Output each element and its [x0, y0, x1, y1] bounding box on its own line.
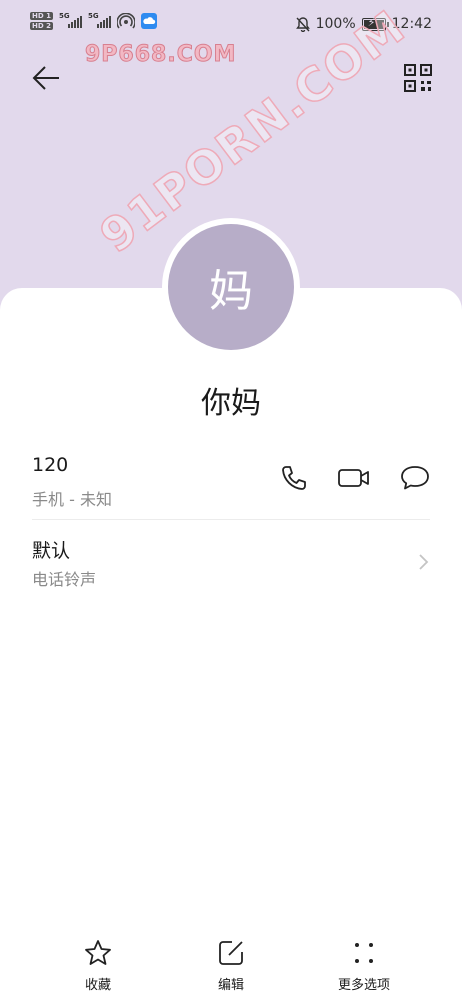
ringtone-label: 电话铃声: [32, 570, 97, 589]
call-button[interactable]: [277, 462, 309, 494]
contact-name: 你妈: [201, 386, 261, 421]
edit-icon: [219, 941, 243, 965]
arrow-left-icon: [32, 66, 59, 90]
hd2-badge: HD 2: [30, 22, 53, 30]
qr-code-icon: [404, 64, 432, 92]
signal-1-icon: 5G: [58, 12, 82, 28]
hd1-badge: HD 1: [30, 12, 53, 20]
message-button[interactable]: [399, 462, 431, 494]
more-dots-icon: [355, 943, 373, 963]
favorite-button[interactable]: 收藏: [38, 930, 158, 993]
phone-row[interactable]: 120 手机 - 未知: [0, 440, 462, 520]
signal-2-gen: 5G: [87, 12, 99, 20]
avatar[interactable]: 妈: [168, 224, 294, 350]
clock: 12:42: [391, 16, 432, 32]
more-options-button[interactable]: 更多选项: [304, 930, 424, 993]
edit-label: 编辑: [217, 978, 244, 993]
phone-icon: [282, 466, 306, 490]
battery-percent: 100%: [315, 16, 356, 32]
video-camera-icon: [338, 469, 369, 487]
ringtone-value: 默认: [32, 540, 71, 562]
chevron-right-icon: [419, 554, 429, 570]
phone-number: 120: [32, 454, 69, 476]
more-options-label: 更多选项: [337, 978, 390, 993]
battery-icon: ⚡: [361, 16, 389, 31]
signal-2-icon: 5G: [87, 12, 111, 28]
phone-type: 手机 - 未知: [32, 490, 112, 509]
status-right: 100% ⚡ 12:42: [295, 16, 432, 32]
ringtone-row[interactable]: 默认 电话铃声: [0, 522, 462, 602]
mute-bell-icon: [295, 16, 310, 32]
cloud-icon: [140, 13, 157, 29]
edit-button[interactable]: 编辑: [171, 930, 291, 993]
row-divider: [32, 519, 430, 520]
message-bubble-icon: [401, 466, 429, 490]
status-left: HD 1 HD 2 5G 5G: [30, 12, 157, 30]
hd-badges: HD 1 HD 2: [30, 12, 53, 30]
signal-1-gen: 5G: [58, 12, 70, 20]
bottom-toolbar: 收藏 编辑 更多选项: [0, 930, 462, 1000]
back-button[interactable]: [28, 60, 64, 96]
star-icon: [85, 940, 111, 965]
video-call-button[interactable]: [337, 462, 369, 494]
qr-code-button[interactable]: [402, 62, 434, 94]
avatar-ring: 妈: [162, 218, 300, 356]
favorite-label: 收藏: [84, 978, 111, 993]
watermark-text: 9P668.COM: [84, 42, 237, 68]
hotspot-icon: [116, 13, 135, 29]
